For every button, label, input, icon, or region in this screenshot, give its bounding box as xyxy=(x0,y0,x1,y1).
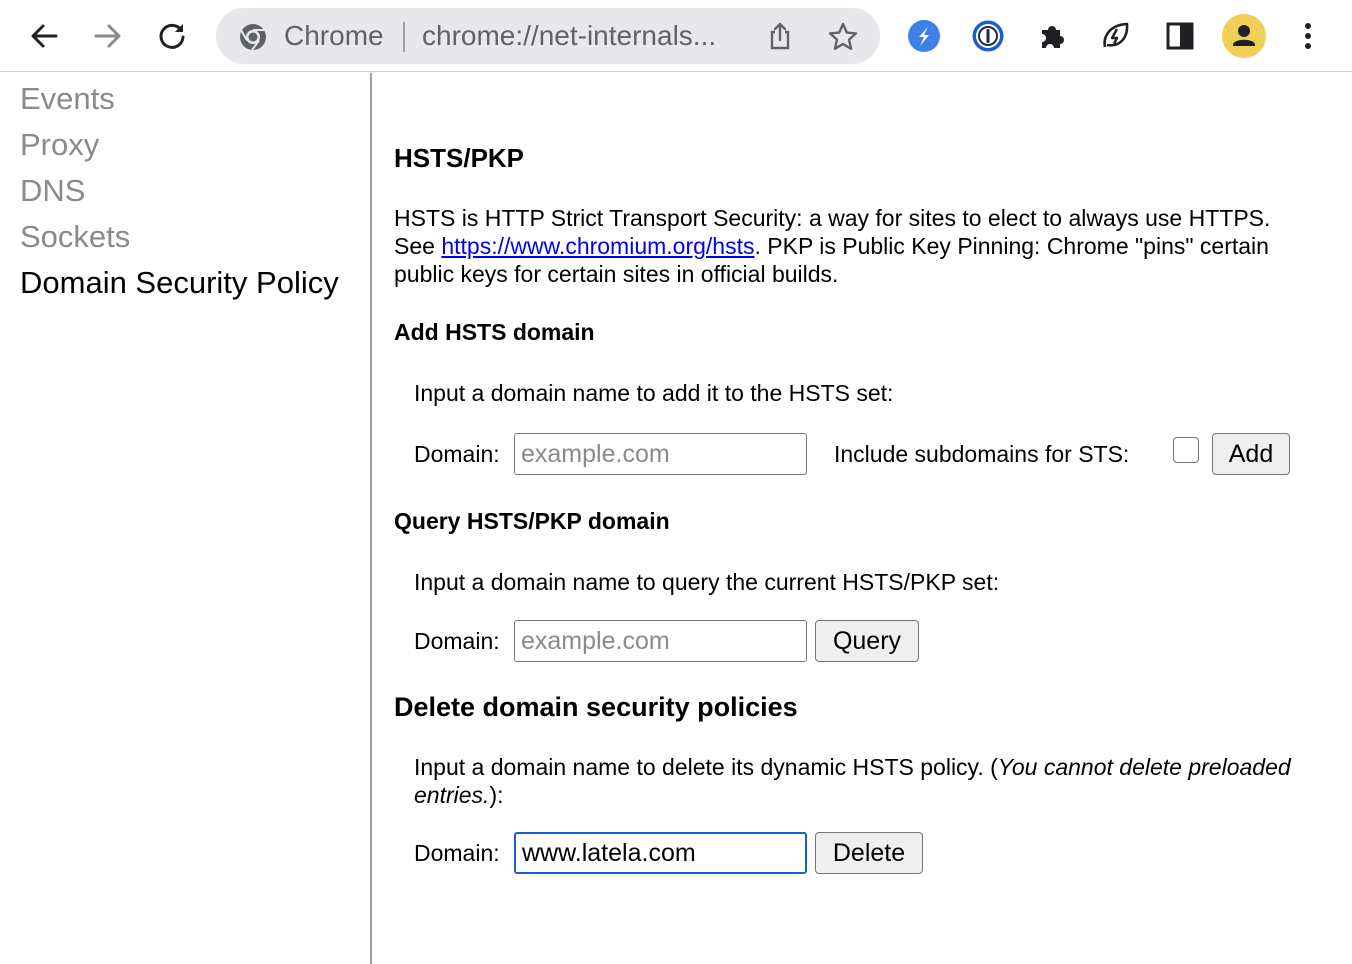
reload-icon[interactable] xyxy=(148,12,196,60)
query-instruction: Input a domain name to query the current… xyxy=(414,569,1000,595)
sidebar-item-proxy[interactable]: Proxy xyxy=(20,125,99,165)
browser-toolbar: Chrome chrome://net-internals... xyxy=(0,0,1352,72)
omnibox-site-chip[interactable]: Chrome xyxy=(284,19,384,53)
include-subdomains-checkbox[interactable] xyxy=(1173,437,1199,463)
sidebar-nav: Events Proxy DNS Sockets Domain Security… xyxy=(0,73,372,964)
omnibox-url[interactable]: chrome://net-internals... xyxy=(422,19,752,53)
add-domain-label: Domain: xyxy=(414,441,500,467)
sidebar-item-sockets[interactable]: Sockets xyxy=(20,217,130,257)
star-icon[interactable] xyxy=(826,20,860,54)
include-subdomains-label: Include subdomains for STS: xyxy=(834,441,1130,467)
leaf-extension-icon[interactable] xyxy=(1092,12,1140,60)
omnibox-separator xyxy=(403,22,405,52)
delete-domain-input[interactable] xyxy=(514,832,807,874)
s-extension-icon[interactable] xyxy=(900,12,948,60)
query-domain-label: Domain: xyxy=(414,628,500,654)
1password-icon[interactable] xyxy=(964,12,1012,60)
query-button[interactable]: Query xyxy=(815,620,919,662)
back-arrow-icon[interactable] xyxy=(20,12,68,60)
sidebar-item-domain-security-policy[interactable]: Domain Security Policy xyxy=(20,263,339,303)
delete-heading: Delete domain security policies xyxy=(394,692,798,722)
delete-domain-label: Domain: xyxy=(414,840,500,866)
share-icon[interactable] xyxy=(764,20,796,52)
page-title: HSTS/PKP xyxy=(394,143,525,173)
intro-paragraph: HSTS is HTTP Strict Transport Security: … xyxy=(394,204,1314,288)
add-domain-input[interactable] xyxy=(514,433,807,475)
kebab-menu-icon[interactable] xyxy=(1284,12,1332,60)
delete-instruction: Input a domain name to delete its dynami… xyxy=(414,753,1294,809)
add-hsts-heading: Add HSTS domain xyxy=(394,319,595,345)
profile-avatar-icon[interactable] xyxy=(1220,12,1268,60)
add-hsts-instruction: Input a domain name to add it to the HST… xyxy=(414,380,894,406)
delete-instruction-1: Input a domain name to delete its dynami… xyxy=(414,754,998,780)
query-domain-input[interactable] xyxy=(514,620,807,662)
side-panel-icon[interactable] xyxy=(1156,12,1204,60)
add-button[interactable]: Add xyxy=(1212,433,1290,475)
hsts-info-link[interactable]: https://www.chromium.org/hsts xyxy=(441,233,754,259)
main-content: HSTS/PKP HSTS is HTTP Strict Transport S… xyxy=(374,73,1352,964)
forward-arrow-icon[interactable] xyxy=(84,12,132,60)
sidebar-item-events[interactable]: Events xyxy=(20,79,115,119)
puzzle-icon[interactable] xyxy=(1028,12,1076,60)
omnibox[interactable]: Chrome chrome://net-internals... xyxy=(216,8,880,64)
query-heading: Query HSTS/PKP domain xyxy=(394,508,670,534)
delete-instruction-2: ): xyxy=(489,782,504,808)
sidebar-item-dns[interactable]: DNS xyxy=(20,171,85,211)
chrome-logo-icon xyxy=(240,24,266,51)
delete-button[interactable]: Delete xyxy=(815,832,923,874)
